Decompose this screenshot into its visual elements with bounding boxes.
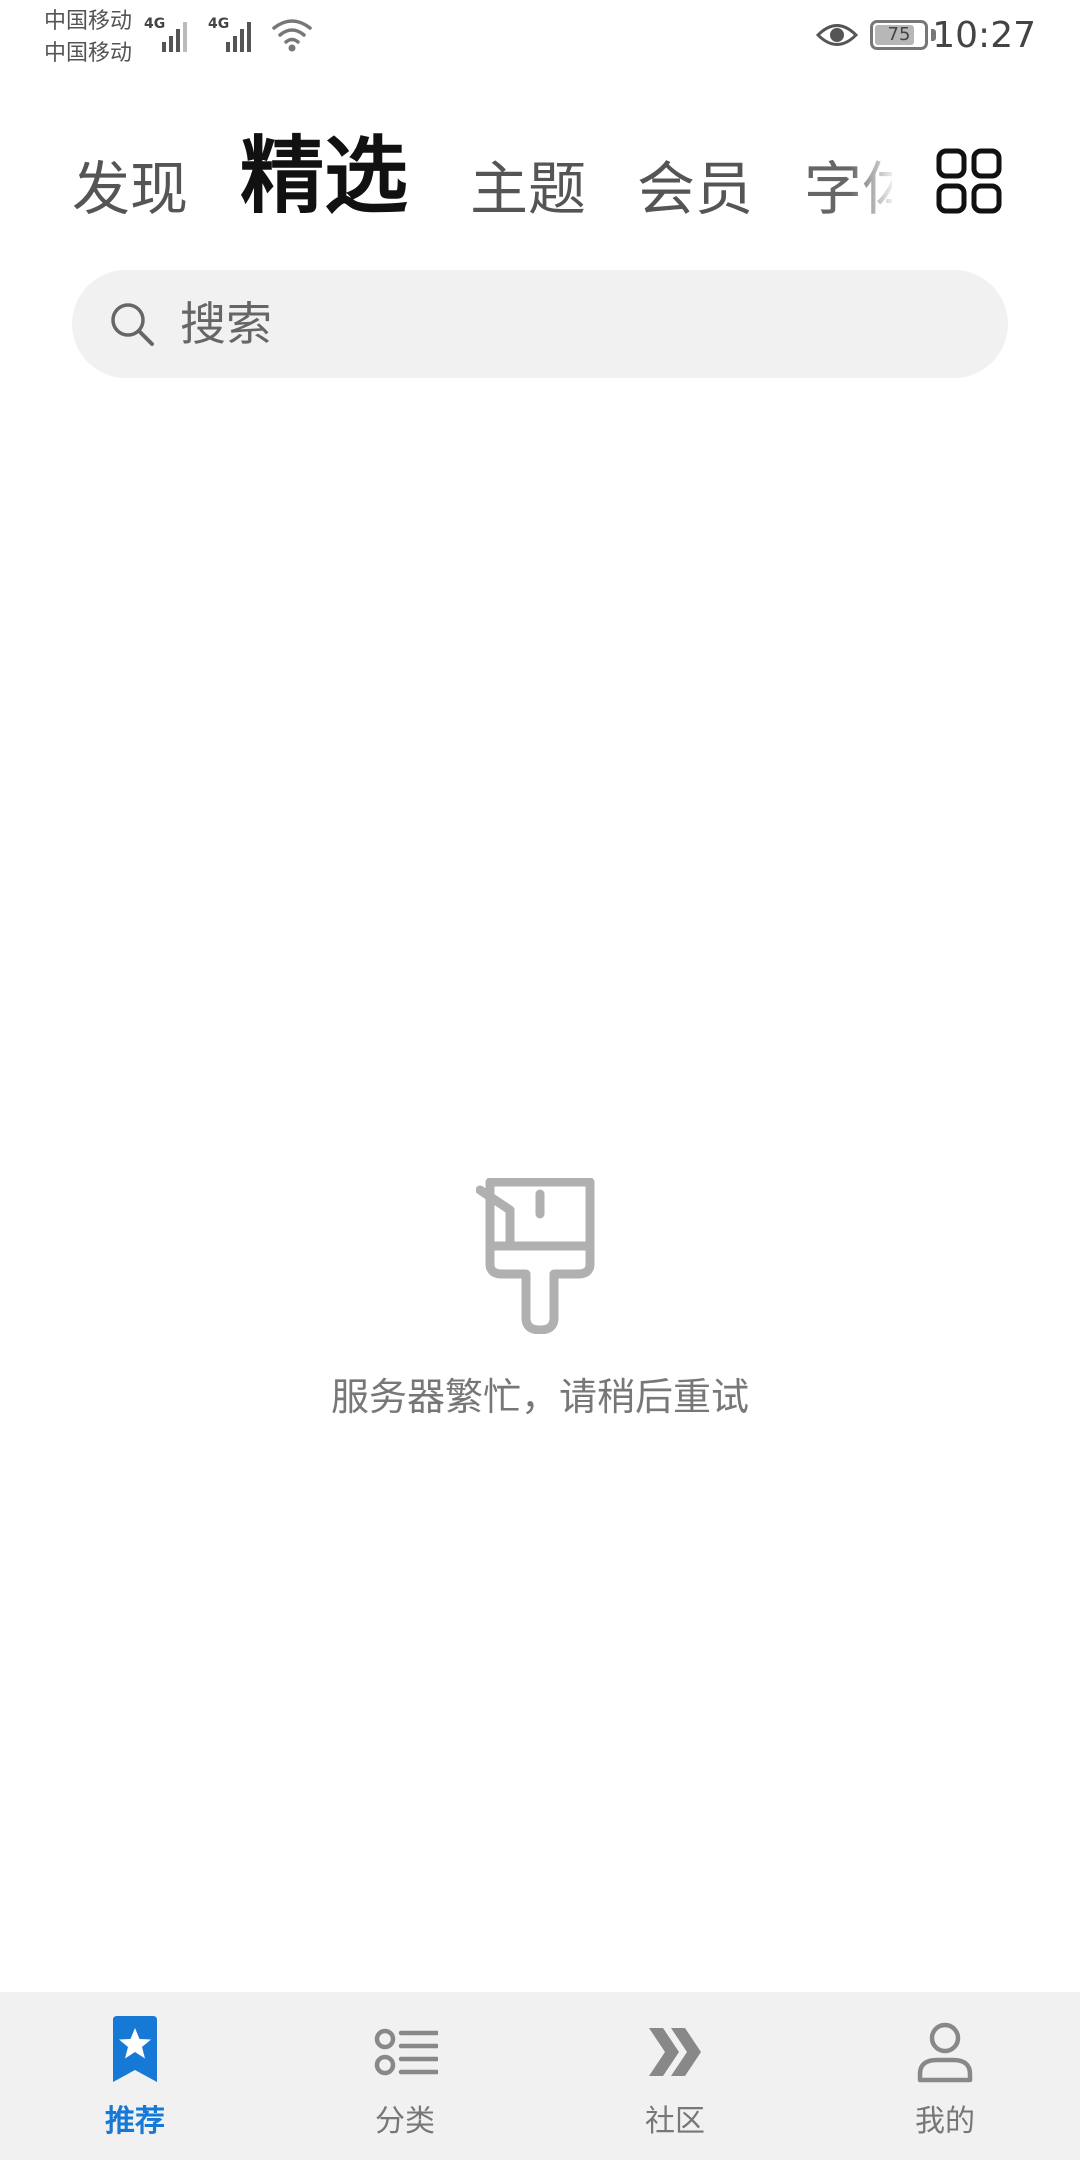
tab-overflow-fade [850,140,910,240]
tab-membership[interactable]: 会员 [637,160,753,218]
search-placeholder: 搜索 [180,297,272,351]
nav-item-community[interactable]: 社区 [540,1992,810,2160]
search-icon [111,303,154,346]
tab-themes[interactable]: 主题 [470,160,586,218]
person-icon [917,2022,973,2083]
nav-label-recommend: 推荐 [105,2104,165,2139]
nav-label-category: 分类 [375,2104,435,2139]
clock: 10:27 [932,15,1036,56]
category-tab-bar: 发现 精选 主题 会员 字体 [0,110,1080,240]
search-input[interactable]: 搜索 [72,270,1008,378]
nav-item-mine[interactable]: 我的 [810,1992,1080,2160]
carrier-2-label: 中国移动 [44,41,133,66]
tab-featured[interactable]: 精选 [240,134,408,218]
star-bookmark-icon [113,2016,157,2082]
battery-icon: 75 [870,20,928,50]
double-chevron-icon [649,2028,701,2076]
category-list-icon [374,2028,438,2076]
battery-level: 75 [887,24,911,45]
nav-label-community: 社区 [645,2104,705,2139]
status-bar: 中国移动 中国移动 4G 4G 75 10:27 [0,0,1080,72]
tab-discover[interactable]: 发现 [72,160,188,218]
bottom-navigation: 推荐 分类 社区 我的 [0,1992,1080,2160]
carrier-info: 中国移动 中国移动 [44,6,132,70]
all-categories-grid-icon[interactable] [936,148,1002,214]
paint-brush-icon [476,1178,595,1334]
eye-comfort-icon [816,24,858,46]
empty-state-message: 服务器繁忙，请稍后重试 [330,1375,749,1419]
signal-bars-icon [162,22,187,52]
signal-bars-icon [226,22,251,52]
wifi-icon [272,19,312,52]
nav-item-recommend[interactable]: 推荐 [0,1992,270,2160]
nav-label-mine: 我的 [915,2104,975,2139]
carrier-1-label: 中国移动 [44,9,133,34]
nav-item-category[interactable]: 分类 [270,1992,540,2160]
